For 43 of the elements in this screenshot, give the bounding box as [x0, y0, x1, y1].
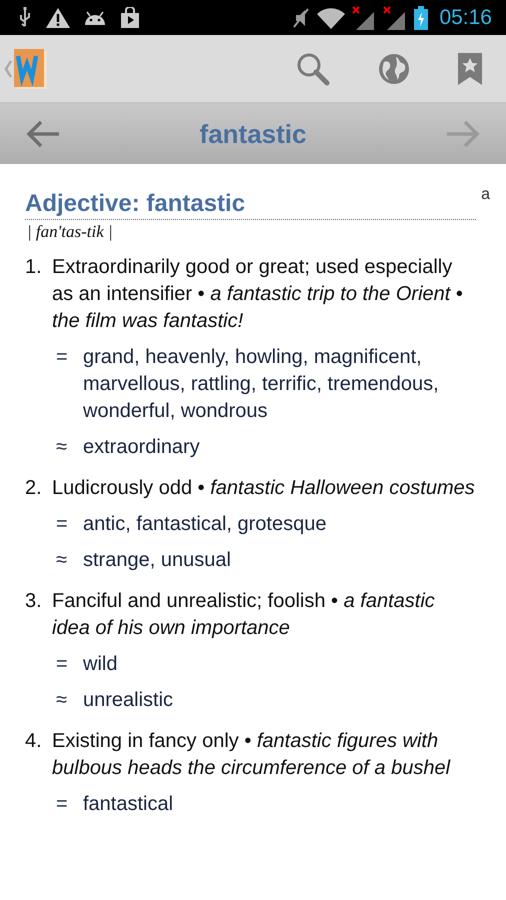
related-word-list: unrealistic [83, 687, 478, 714]
bookmark-star-icon[interactable] [458, 52, 482, 84]
definition-text: Ludicrously odd • fantastic Halloween costumes [52, 476, 475, 501]
search-icon[interactable] [296, 52, 330, 86]
no-signal-icon [383, 6, 408, 30]
part-of-speech-label: a [481, 186, 490, 204]
clock-time: 05:16 [439, 6, 492, 30]
definition-text: Fanciful and unrealistic; foolish • a fantastic idea of his own importance [52, 589, 436, 641]
battery-icon [414, 6, 428, 30]
app-home-button[interactable] [4, 48, 48, 88]
relation-symbol: = [55, 652, 69, 677]
globe-icon[interactable] [378, 52, 410, 84]
related-word-list: extraordinary [83, 434, 478, 461]
back-chevron-icon [4, 60, 12, 78]
relation-symbol: = [55, 512, 69, 537]
relation-symbol: ≈ [55, 548, 68, 573]
wifi-icon [317, 6, 346, 28]
usb-icon [18, 6, 32, 28]
related-word-list: strange, unusual [83, 547, 475, 574]
entry-heading: Adjective: fantastic [25, 190, 246, 219]
pronunciation: | fan'tas-tik | [27, 222, 114, 242]
warning-icon [46, 8, 70, 28]
no-signal-icon [352, 6, 376, 30]
relation-symbol: ≈ [55, 688, 68, 713]
sense-number: 1. [25, 255, 43, 280]
definition-text: Extraordinarily good or great; used especially as an intensifier • a fantastic trip to the Orient • the film was fantastic! [52, 255, 464, 334]
synonym-list: fantastical [83, 791, 478, 818]
relation-symbol: = [55, 345, 69, 370]
android-icon [84, 10, 106, 26]
definition-text: Existing in fancy only • fantastic figures with bulbous heads the circumference of a bushel [52, 729, 452, 781]
app-logo-icon [14, 48, 48, 88]
sense-number: 2. [25, 476, 43, 501]
relation-symbol: ≈ [55, 435, 68, 460]
synonym-list: grand, heavenly, howling, magnificent, marvellous, rattling, terrific, tremendous, wonderful, wondrous [83, 344, 478, 425]
headword-title: fantastic [200, 118, 306, 150]
synonym-list: antic, fantastical, grotesque [83, 511, 475, 538]
muted-icon [292, 6, 310, 28]
synonym-list: wild [83, 651, 478, 678]
sense-number: 3. [25, 589, 43, 614]
relation-symbol: = [55, 792, 69, 817]
sense-number: 4. [25, 729, 43, 754]
back-arrow-icon[interactable] [26, 120, 60, 148]
shopping-bag-icon [120, 6, 140, 28]
